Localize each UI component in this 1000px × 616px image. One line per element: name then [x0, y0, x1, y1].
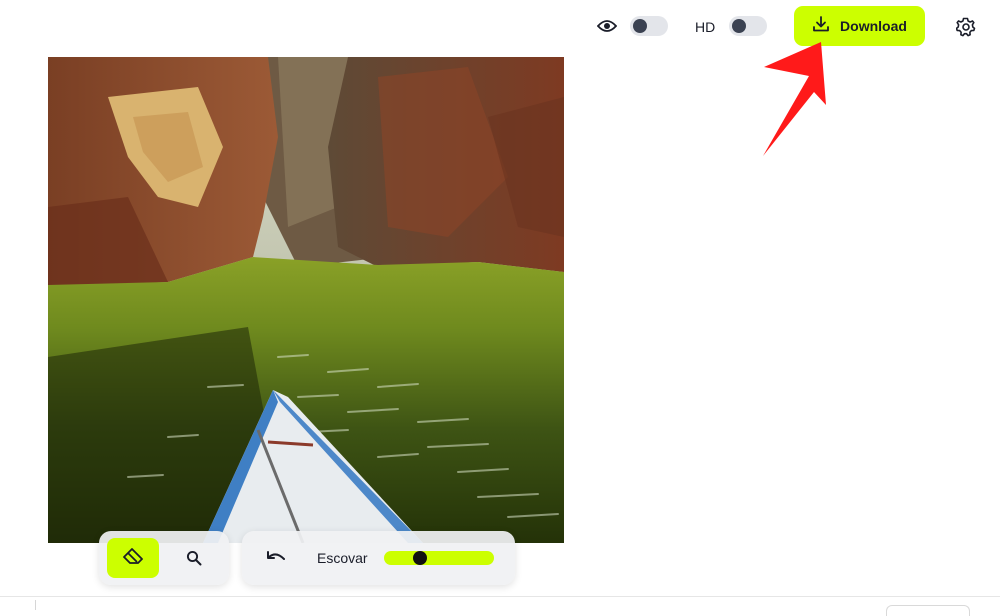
magnifier-icon[interactable]: [183, 547, 205, 569]
undo-icon[interactable]: [264, 547, 288, 569]
download-icon: [812, 15, 830, 38]
eraser-button[interactable]: [107, 538, 159, 578]
brush-size-label: Escovar: [317, 550, 368, 566]
slider-thumb[interactable]: [413, 551, 427, 565]
top-toolbar: HD Download: [0, 0, 1000, 54]
gear-icon[interactable]: [955, 16, 977, 38]
tool-selector: [99, 531, 229, 585]
image-canvas[interactable]: [48, 57, 564, 543]
bottom-divider: [0, 596, 1000, 597]
bottom-tick: [35, 600, 36, 610]
brush-size-slider[interactable]: [384, 551, 494, 565]
eye-icon: [596, 16, 618, 36]
canyon-boat-photo: [48, 57, 564, 543]
red-pointer-arrow-icon: [763, 42, 826, 156]
hd-label: HD: [695, 19, 716, 35]
brush-controls: Escovar: [242, 531, 515, 585]
toggle-knob: [633, 19, 647, 33]
hd-toggle[interactable]: [729, 16, 767, 36]
preview-toggle[interactable]: [630, 16, 668, 36]
bottom-panel-edge: [886, 605, 970, 616]
download-label: Download: [840, 18, 907, 34]
toggle-knob: [732, 19, 746, 33]
eraser-icon: [122, 547, 144, 570]
